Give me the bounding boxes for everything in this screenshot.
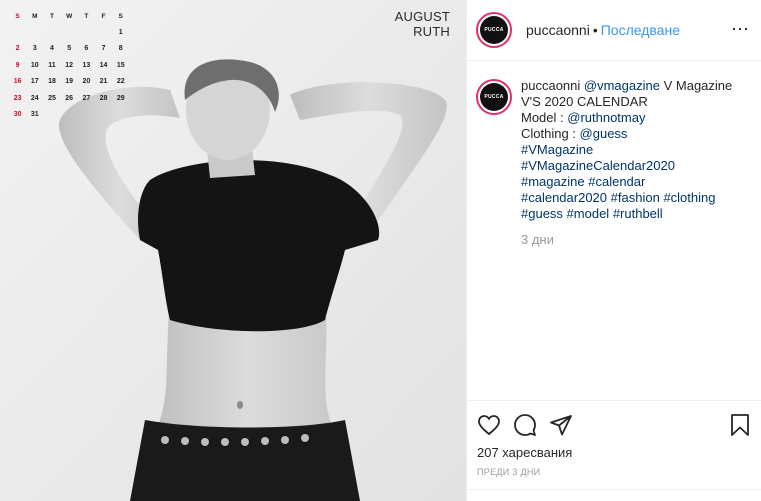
- likes-count[interactable]: 207 харесвания: [477, 445, 572, 460]
- month-title-month: AUGUST: [394, 9, 450, 24]
- post-actions: 207 харесвания ПРЕДИ 3 ДНИ: [467, 400, 761, 501]
- avatar[interactable]: PUCCA: [476, 12, 512, 48]
- calendar-day: 14: [99, 61, 108, 69]
- weekday-label: T: [84, 12, 89, 20]
- calendar-day: 12: [65, 61, 74, 69]
- caption-line: #calendar2020 #fashion #clothing: [521, 190, 751, 206]
- weekday-label: W: [66, 12, 73, 20]
- hashtag-link[interactable]: #magazine: [521, 174, 585, 189]
- calendar-weekdays: S M T W T F S: [9, 8, 129, 24]
- caption-line: Model : @ruthnotmay: [521, 110, 751, 126]
- instagram-post: S M T W T F S 1 2 3 4 5 6 7 8 9 10 11 12…: [0, 0, 761, 501]
- weekday-label: S: [118, 12, 123, 20]
- hashtag-link[interactable]: #VMagazineCalendar2020: [521, 158, 675, 173]
- calendar-week: 1: [9, 24, 129, 40]
- weekday-label: S: [15, 12, 20, 20]
- caption-text: puccaonni @vmagazine V Magazine V'S 2020…: [521, 78, 751, 248]
- calendar-day: 25: [48, 94, 56, 102]
- caption-username[interactable]: puccaonni: [521, 78, 580, 93]
- caption-line: Clothing : @guess: [521, 126, 751, 142]
- post-side-panel: PUCCA puccaonni • Последване ⋯ PUCCA puc…: [466, 0, 761, 501]
- caption-text-segment: V Magazine: [659, 78, 733, 93]
- mention-link[interactable]: @ruthnotmay: [567, 110, 645, 125]
- header-separator: •: [592, 22, 598, 38]
- calendar-day: 16: [13, 78, 22, 86]
- calendar-day: 5: [67, 45, 72, 53]
- calendar-week: 23 24 25 26 27 28 29: [9, 90, 129, 106]
- hashtag-link[interactable]: #model: [567, 206, 610, 221]
- comment-area[interactable]: [467, 489, 761, 501]
- calendar-day: 30: [13, 111, 22, 119]
- caption: PUCCA puccaonni @vmagazine V Magazine V'…: [476, 78, 756, 248]
- hashtag-link[interactable]: #calendar2020: [521, 190, 607, 205]
- hashtag-link[interactable]: #fashion: [611, 190, 660, 205]
- post-date[interactable]: ПРЕДИ 3 ДНИ: [477, 467, 540, 477]
- calendar-day: 11: [48, 61, 56, 69]
- post-header: PUCCA puccaonni • Последване ⋯: [467, 0, 761, 61]
- hashtag-link[interactable]: #ruthbell: [613, 206, 663, 221]
- avatar-logo: PUCCA: [480, 83, 508, 111]
- calendar-day: 8: [118, 45, 123, 53]
- calendar-week: 16 17 18 19 20 21 22: [9, 74, 129, 90]
- calendar-week: 2 3 4 5 6 7 8: [9, 41, 129, 57]
- calendar-day: 24: [30, 94, 39, 102]
- month-title: AUGUST RUTH: [395, 9, 450, 39]
- bookmark-icon[interactable]: [728, 413, 752, 437]
- caption-line: #magazine #calendar: [521, 174, 751, 190]
- calendar-day: 4: [50, 45, 54, 53]
- mention-link[interactable]: @vmagazine: [584, 78, 660, 93]
- comment-icon[interactable]: [513, 413, 537, 437]
- heart-icon[interactable]: [477, 413, 501, 437]
- calendar-day: 17: [30, 78, 39, 86]
- calendar-day: 9: [15, 61, 20, 69]
- calendar-day: 21: [99, 78, 108, 86]
- calendar-day: 27: [82, 94, 91, 102]
- calendar-grid: S M T W T F S 1 2 3 4 5 6 7 8 9 10 11 12…: [9, 8, 129, 123]
- caption-line: #VMagazineCalendar2020: [521, 158, 751, 174]
- caption-line: V'S 2020 CALENDAR: [521, 94, 648, 109]
- weekday-label: F: [101, 12, 106, 20]
- calendar-day: 18: [48, 78, 56, 86]
- calendar-day: 15: [116, 61, 125, 69]
- calendar-day: 10: [30, 61, 39, 69]
- calendar-day: 2: [15, 45, 20, 53]
- calendar-day: 13: [82, 61, 91, 69]
- hashtag-link[interactable]: #guess: [521, 206, 563, 221]
- calendar-day: 19: [65, 78, 74, 86]
- calendar-day: 3: [32, 45, 37, 53]
- mention-link[interactable]: @guess: [580, 126, 628, 141]
- post-photo[interactable]: S M T W T F S 1 2 3 4 5 6 7 8 9 10 11 12…: [0, 0, 466, 501]
- calendar-day: 1: [118, 29, 123, 37]
- calendar-week: 9 10 11 12 13 14 15: [9, 57, 129, 73]
- caption-line: #VMagazine: [521, 142, 751, 158]
- hashtag-link[interactable]: #VMagazine: [521, 142, 593, 157]
- calendar-day: 26: [65, 94, 74, 102]
- calendar-day: 28: [99, 94, 108, 102]
- caption-label: Model :: [521, 110, 568, 125]
- follow-button[interactable]: Последване: [601, 22, 680, 38]
- header-username[interactable]: puccaonni: [526, 22, 590, 38]
- weekday-label: M: [32, 12, 38, 20]
- caption-avatar[interactable]: PUCCA: [476, 79, 512, 115]
- calendar-day: 7: [101, 45, 106, 53]
- calendar-day: 22: [116, 78, 125, 86]
- caption-time-ago[interactable]: 3 дни: [521, 232, 751, 248]
- share-icon[interactable]: [549, 413, 573, 437]
- calendar-day: 29: [116, 94, 125, 102]
- calendar-week: 30 31: [9, 106, 129, 122]
- caption-label: Clothing :: [521, 126, 580, 141]
- caption-line: puccaonni @vmagazine V Magazine: [521, 78, 751, 94]
- calendar-day: 20: [82, 78, 91, 86]
- calendar-day: 6: [84, 45, 89, 53]
- more-options-icon[interactable]: ⋯: [731, 20, 750, 38]
- caption-line: #guess #model #ruthbell: [521, 206, 751, 222]
- weekday-label: T: [49, 12, 54, 20]
- calendar-day: 23: [13, 94, 22, 102]
- calendar-day: 31: [30, 111, 39, 119]
- month-title-name: RUTH: [413, 24, 450, 39]
- hashtag-link[interactable]: #calendar: [588, 174, 645, 189]
- avatar-logo: PUCCA: [480, 16, 508, 44]
- hashtag-link[interactable]: #clothing: [663, 190, 715, 205]
